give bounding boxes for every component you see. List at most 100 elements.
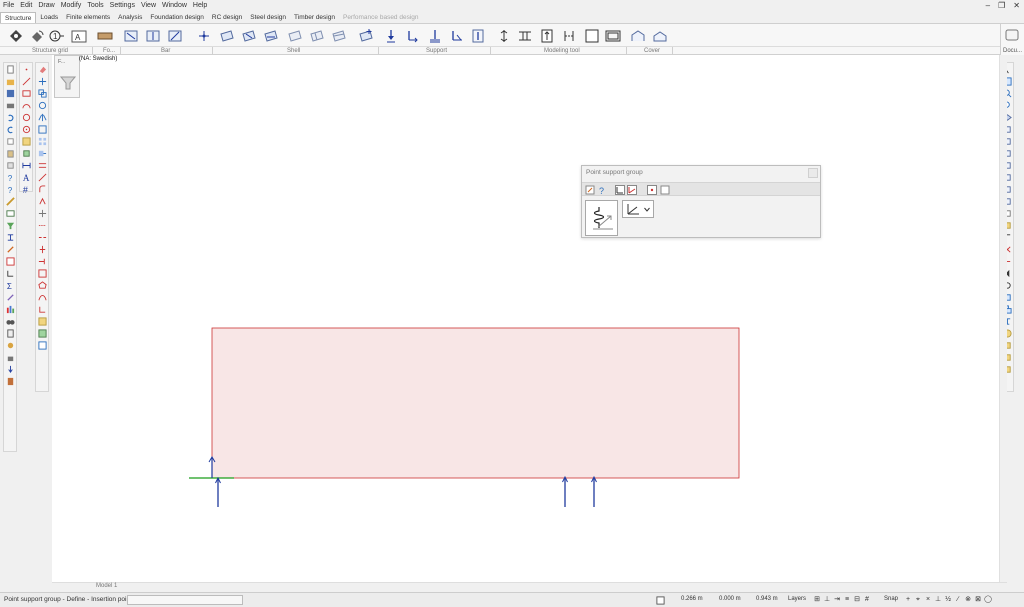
binoculars-icon[interactable] bbox=[4, 315, 16, 327]
shell-timber-panel-icon[interactable] bbox=[308, 27, 324, 43]
page-icon[interactable] bbox=[660, 185, 670, 195]
snap-half-icon[interactable]: ½ bbox=[944, 595, 952, 604]
snap-button[interactable]: Snap bbox=[884, 596, 898, 602]
snap-tangent-icon[interactable]: ⊗ bbox=[964, 595, 972, 604]
modeling-connection-icon[interactable] bbox=[538, 27, 554, 43]
tab-analysis[interactable]: Analysis bbox=[114, 12, 146, 23]
tab-loads[interactable]: Loads bbox=[36, 12, 62, 23]
rotate-icon[interactable] bbox=[36, 99, 48, 111]
help-question-icon[interactable]: ? bbox=[597, 185, 607, 196]
curve-icon[interactable] bbox=[36, 291, 48, 303]
menu-settings[interactable]: Settings bbox=[107, 2, 138, 9]
snap-parallel-icon[interactable]: ≡ bbox=[843, 595, 851, 604]
shell-composite-icon[interactable] bbox=[330, 27, 346, 43]
split-icon[interactable] bbox=[36, 207, 48, 219]
fillet-icon[interactable] bbox=[36, 183, 48, 195]
grid-rotate-icon[interactable] bbox=[28, 27, 44, 43]
eraser-icon[interactable] bbox=[36, 63, 48, 75]
settings-icon[interactable] bbox=[4, 339, 16, 351]
section-icon[interactable] bbox=[4, 231, 16, 243]
region-fill-icon[interactable] bbox=[20, 135, 32, 147]
book-icon[interactable] bbox=[4, 375, 16, 387]
pick-properties-icon[interactable] bbox=[585, 185, 595, 195]
shell-add-icon[interactable] bbox=[357, 27, 373, 43]
snap-grid-icon[interactable]: ⊞ bbox=[813, 595, 821, 604]
point-marker-icon[interactable] bbox=[647, 185, 657, 195]
snap-nearest-icon[interactable]: ∕ bbox=[954, 595, 962, 604]
polygon-icon[interactable] bbox=[36, 279, 48, 291]
tab-steel-design[interactable]: Steel design bbox=[246, 12, 290, 23]
info-icon[interactable]: ? bbox=[4, 183, 16, 195]
point-support[interactable] bbox=[215, 476, 221, 507]
hash-icon[interactable]: # bbox=[20, 183, 32, 195]
explode-icon[interactable] bbox=[36, 303, 48, 315]
point-support-group-icon[interactable] bbox=[403, 27, 419, 43]
window-close-button[interactable] bbox=[808, 168, 818, 178]
snap-align-icon[interactable]: ⊟ bbox=[853, 595, 861, 604]
tab-finite-elements[interactable]: Finite elements bbox=[62, 12, 114, 23]
document-panel[interactable]: Docu... bbox=[1000, 24, 1024, 55]
table-icon[interactable] bbox=[4, 207, 16, 219]
stretch-icon[interactable] bbox=[36, 147, 48, 159]
menu-draw[interactable]: Draw bbox=[35, 2, 57, 9]
snap-midpoint-icon[interactable]: ⌖ bbox=[914, 595, 922, 604]
move-icon[interactable] bbox=[36, 75, 48, 87]
snap-endpoint-icon[interactable]: + bbox=[904, 595, 912, 604]
rectangle-icon[interactable] bbox=[20, 87, 32, 99]
chart-icon[interactable] bbox=[4, 303, 16, 315]
save-icon[interactable] bbox=[4, 87, 16, 99]
snap-ortho-icon[interactable]: ⊥ bbox=[823, 595, 831, 604]
ruler-icon[interactable] bbox=[4, 195, 16, 207]
numbering-icon[interactable]: 1 bbox=[48, 27, 64, 43]
extend-icon[interactable] bbox=[36, 171, 48, 183]
break-icon[interactable] bbox=[36, 231, 48, 243]
menu-modify[interactable]: Modify bbox=[58, 2, 85, 9]
cube-icon[interactable] bbox=[20, 147, 32, 159]
window-icon[interactable] bbox=[656, 596, 665, 605]
scale-icon[interactable] bbox=[36, 123, 48, 135]
snap-track-icon[interactable]: ⇥ bbox=[833, 595, 841, 604]
text-tool-icon[interactable]: A bbox=[20, 171, 32, 183]
boundary-icon[interactable] bbox=[36, 267, 48, 279]
dimension-icon[interactable] bbox=[20, 159, 32, 171]
menu-tools[interactable]: Tools bbox=[84, 2, 106, 9]
copy-move-icon[interactable] bbox=[36, 87, 48, 99]
menu-file[interactable]: File bbox=[0, 2, 17, 9]
modeling-region-icon[interactable] bbox=[583, 27, 599, 43]
arc-icon[interactable] bbox=[20, 99, 32, 111]
point-support-group-window[interactable]: Point support group ? bbox=[581, 165, 821, 238]
layers-icon[interactable] bbox=[4, 159, 16, 171]
cover-building-icon[interactable] bbox=[651, 27, 667, 43]
select-icon[interactable] bbox=[36, 339, 48, 351]
line-icon[interactable] bbox=[4, 267, 16, 279]
shell-wall-region[interactable] bbox=[211, 327, 740, 479]
cover-roof-icon[interactable] bbox=[629, 27, 645, 43]
point-support[interactable] bbox=[591, 475, 597, 507]
coordinate-system-dropdown[interactable] bbox=[622, 200, 654, 218]
new-file-icon[interactable] bbox=[4, 63, 16, 75]
layers-button[interactable]: Layers bbox=[788, 596, 806, 602]
open-file-icon[interactable] bbox=[4, 75, 16, 87]
undo-icon[interactable] bbox=[4, 111, 16, 123]
modeling-release-icon[interactable] bbox=[560, 27, 576, 43]
join-icon[interactable] bbox=[36, 255, 48, 267]
point-icon[interactable] bbox=[20, 63, 32, 75]
group-icon[interactable] bbox=[36, 315, 48, 327]
tab-rc-design[interactable]: RC design bbox=[208, 12, 246, 23]
surface-support-icon[interactable] bbox=[447, 27, 463, 43]
support-arrow-group-icon[interactable] bbox=[469, 27, 485, 43]
support-type-button[interactable] bbox=[585, 200, 618, 236]
snap-perpendicular-icon[interactable]: ⊥ bbox=[934, 595, 942, 604]
modeling-spring-icon[interactable] bbox=[495, 27, 511, 43]
tab-foundation-design[interactable]: Foundation design bbox=[146, 12, 208, 23]
offset-icon[interactable] bbox=[36, 219, 48, 231]
paste-icon[interactable] bbox=[4, 147, 16, 159]
block-icon[interactable] bbox=[36, 327, 48, 339]
coordinate-system-icon[interactable] bbox=[615, 185, 625, 195]
bar-beam-icon[interactable] bbox=[122, 27, 138, 43]
pencil-icon[interactable] bbox=[4, 243, 16, 255]
redo-icon[interactable] bbox=[4, 123, 16, 135]
point-support-icon[interactable] bbox=[382, 27, 398, 43]
circle-icon[interactable] bbox=[20, 111, 32, 123]
shell-plate-icon[interactable] bbox=[218, 27, 234, 43]
